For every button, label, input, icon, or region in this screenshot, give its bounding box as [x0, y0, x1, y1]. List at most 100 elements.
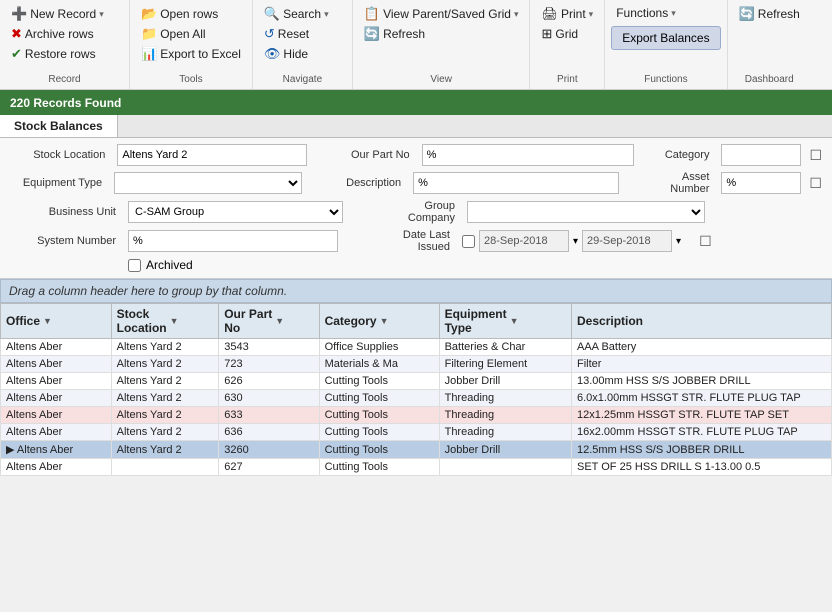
view-parent-button[interactable]: 📋 View Parent/Saved Grid ▾: [359, 4, 524, 24]
date-from-input[interactable]: [479, 230, 569, 252]
business-unit-select[interactable]: C-SAM Group: [128, 201, 343, 223]
table-row[interactable]: ▶ Altens AberAltens Yard 23260Cutting To…: [1, 441, 832, 459]
table-row[interactable]: Altens AberAltens Yard 2626Cutting Tools…: [1, 373, 832, 390]
grid-container[interactable]: Office ▼ StockLocation ▼ Our PartNo: [0, 303, 832, 612]
table-row[interactable]: Altens AberAltens Yard 2630Cutting Tools…: [1, 390, 832, 407]
open-rows-button[interactable]: 📂 Open rows: [136, 4, 223, 24]
grid-icon: ⊞: [541, 26, 552, 42]
office-filter-icon[interactable]: ▼: [43, 316, 52, 326]
toolbar-group-dashboard: 🔄 Refresh Dashboard: [728, 0, 811, 89]
category-filter-icon[interactable]: ▼: [380, 316, 389, 326]
functions-label: Functions: [616, 6, 668, 20]
table-cell: 16x2.00mm HSSGT STR. FLUTE PLUG TAP: [572, 424, 832, 441]
table-cell: Altens Yard 2: [111, 441, 219, 459]
our-part-no-input[interactable]: [422, 144, 634, 166]
system-number-input[interactable]: [128, 230, 338, 252]
refresh-view-icon: 🔄: [364, 26, 380, 42]
open-rows-label: Open rows: [160, 7, 218, 21]
table-cell: Cutting Tools: [319, 459, 439, 476]
print-icon: 🖨: [541, 6, 558, 22]
view-parent-icon: 📋: [364, 6, 380, 22]
tab-stock-balances-label: Stock Balances: [14, 119, 103, 133]
tab-stock-balances[interactable]: Stock Balances: [0, 115, 118, 137]
restore-rows-label: Restore rows: [25, 47, 96, 61]
search-button[interactable]: 🔍 Search ▾: [259, 4, 334, 24]
stock-location-label: Stock Location: [10, 149, 109, 161]
toolbar-group-functions: Functions ▾ Export Balances Functions: [605, 0, 727, 89]
functions-arrow: ▾: [671, 8, 676, 19]
our-part-no-label: Our Part No: [341, 149, 413, 161]
refresh-view-label: Refresh: [383, 27, 425, 41]
equipment-type-select[interactable]: [114, 172, 302, 194]
archive-rows-button[interactable]: ✖ Archive rows: [6, 24, 99, 44]
stock-location-filter-icon[interactable]: ▼: [170, 316, 179, 326]
refresh-dash-button[interactable]: 🔄 Refresh: [734, 4, 805, 24]
stock-location-input[interactable]: [117, 144, 307, 166]
refresh-dash-icon: 🔄: [739, 6, 755, 22]
table-cell: Altens Aber: [1, 356, 112, 373]
col-part-no: Our PartNo ▼: [219, 304, 319, 339]
new-record-button[interactable]: ➕ New Record ▾: [6, 4, 109, 24]
table-cell: Cutting Tools: [319, 407, 439, 424]
category-checkbox[interactable]: ☐: [809, 147, 822, 164]
date-to-input[interactable]: [582, 230, 672, 252]
date-separator: ▾: [573, 236, 578, 247]
grid-button[interactable]: ⊞ Grid: [536, 24, 583, 44]
table-cell: 723: [219, 356, 319, 373]
table-cell: Altens Yard 2: [111, 356, 219, 373]
dashboard-group-label: Dashboard: [728, 74, 811, 85]
row4-checkbox[interactable]: ☐: [699, 233, 712, 250]
open-all-button[interactable]: 📁 Open All: [136, 24, 211, 44]
record-group-label: Record: [0, 74, 129, 85]
table-cell: [439, 459, 571, 476]
col-office: Office ▼: [1, 304, 112, 339]
view-group-label: View: [353, 74, 530, 85]
table-row[interactable]: Altens Aber627Cutting ToolsSET OF 25 HSS…: [1, 459, 832, 476]
col-description: Description: [572, 304, 832, 339]
archived-row: Archived: [128, 258, 822, 272]
asset-number-checkbox[interactable]: ☐: [809, 175, 822, 192]
table-cell: 627: [219, 459, 319, 476]
group-company-label: Group Company: [379, 200, 459, 224]
table-cell: Threading: [439, 407, 571, 424]
group-company-select[interactable]: [467, 201, 705, 223]
view-parent-label: View Parent/Saved Grid: [383, 7, 511, 21]
search-arrow: ▾: [324, 9, 329, 20]
hide-label: Hide: [283, 47, 308, 61]
reset-button[interactable]: ↺ Reset: [259, 24, 314, 44]
toolbar-group-view: 📋 View Parent/Saved Grid ▾ 🔄 Refresh Vie…: [353, 0, 531, 89]
date-checkbox[interactable]: [462, 235, 475, 248]
export-balances-button[interactable]: Export Balances: [611, 26, 720, 50]
asset-number-input[interactable]: [721, 172, 801, 194]
category-input[interactable]: [721, 144, 801, 166]
drag-bar-text: Drag a column header here to group by th…: [9, 284, 287, 298]
restore-rows-button[interactable]: ✔ Restore rows: [6, 44, 101, 64]
col-equipment-type-label: EquipmentType: [445, 307, 507, 335]
print-button[interactable]: 🖨 Print ▾: [536, 4, 598, 24]
archived-checkbox[interactable]: [128, 259, 141, 272]
table-row[interactable]: Altens AberAltens Yard 2636Cutting Tools…: [1, 424, 832, 441]
table-header-row: Office ▼ StockLocation ▼ Our PartNo: [1, 304, 832, 339]
table-cell: 633: [219, 407, 319, 424]
table-row[interactable]: Altens AberAltens Yard 2633Cutting Tools…: [1, 407, 832, 424]
open-all-label: Open All: [160, 27, 205, 41]
toolbar-group-tools: 📂 Open rows 📁 Open All 📊 Export to Excel…: [130, 0, 253, 89]
functions-button[interactable]: Functions ▾: [611, 4, 681, 22]
export-excel-button[interactable]: 📊 Export to Excel: [136, 44, 246, 64]
refresh-dash-label: Refresh: [758, 7, 800, 21]
table-row[interactable]: Altens AberAltens Yard 2723Materials & M…: [1, 356, 832, 373]
filter-row-1: Stock Location Our Part No Category ☐: [10, 144, 822, 166]
refresh-view-button[interactable]: 🔄 Refresh: [359, 24, 430, 44]
equipment-type-filter-icon[interactable]: ▼: [510, 316, 519, 326]
part-no-filter-icon[interactable]: ▼: [275, 316, 284, 326]
table-cell: SET OF 25 HSS DRILL S 1-13.00 0.5: [572, 459, 832, 476]
table-row[interactable]: Altens AberAltens Yard 23543Office Suppl…: [1, 339, 832, 356]
export-balances-label: Export Balances: [622, 31, 709, 45]
table-cell: Threading: [439, 390, 571, 407]
table-cell: Threading: [439, 424, 571, 441]
filter-row-2: Equipment Type Description Asset Number …: [10, 171, 822, 195]
description-input[interactable]: [413, 172, 619, 194]
col-equipment-type: EquipmentType ▼: [439, 304, 571, 339]
hide-button[interactable]: 👁 Hide: [259, 44, 313, 64]
view-parent-arrow: ▾: [514, 9, 519, 20]
